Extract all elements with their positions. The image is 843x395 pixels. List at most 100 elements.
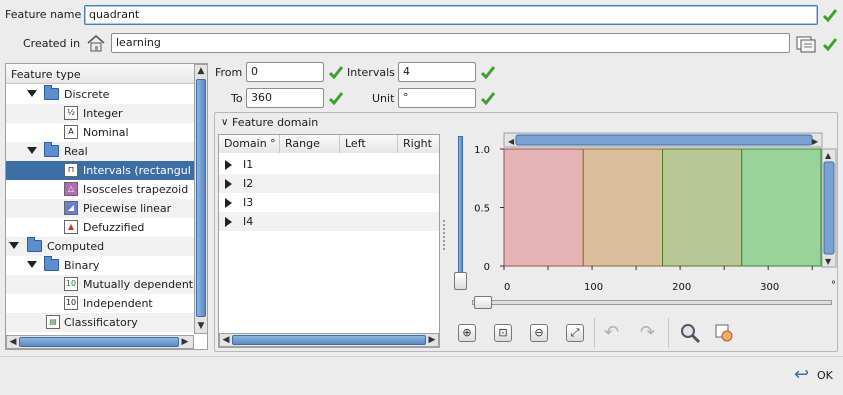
pan-icon[interactable] xyxy=(714,323,734,343)
domain-table[interactable]: Domain ° Range Left Right I1 I2 I3 I4 ◀ … xyxy=(218,134,440,348)
splitter-handle[interactable] xyxy=(443,220,446,250)
x-tick-label: 0 xyxy=(504,282,510,293)
expand-icon[interactable] xyxy=(27,261,37,268)
tree-item-classificatory[interactable]: ▤ Classificatory xyxy=(6,313,194,332)
fit-button[interactable]: ⤢ xyxy=(566,324,584,342)
tree-item-integer[interactable]: ½ Integer xyxy=(6,104,194,123)
folder-icon xyxy=(27,237,42,252)
tree-item-discrete[interactable]: Discrete xyxy=(6,85,194,104)
tree-hscrollbar[interactable]: ◀ ▶ xyxy=(6,335,194,349)
column-header-range[interactable]: Range xyxy=(280,135,340,153)
tree-item-computed[interactable]: Computed xyxy=(6,237,194,256)
tree-item-real[interactable]: Real xyxy=(6,142,194,161)
unit-input[interactable]: ° xyxy=(398,88,476,108)
interval-bar-i1[interactable] xyxy=(503,148,584,267)
scroll-left-icon[interactable]: ◀ xyxy=(508,137,515,146)
x-zoom-slider[interactable] xyxy=(472,296,834,310)
scroll-thumb[interactable] xyxy=(196,79,206,317)
scroll-thumb[interactable] xyxy=(515,134,813,146)
slider-thumb[interactable] xyxy=(474,296,492,309)
browse-icon[interactable] xyxy=(795,34,817,54)
tree-item-piecewise[interactable]: ◢ Piecewise linear xyxy=(6,199,194,218)
tree-vscrollbar[interactable]: ▲ ▼ xyxy=(194,64,207,334)
scroll-left-icon[interactable]: ◀ xyxy=(220,334,232,346)
folder-icon xyxy=(44,256,59,271)
tree-item-independent[interactable]: 10 Independent xyxy=(6,294,194,313)
domain-chart[interactable]: ◀ ▶ 0 0.5 1.0 0 100 200 300 ° ▲ ▼ xyxy=(468,132,840,316)
scroll-right-icon[interactable]: ▶ xyxy=(426,334,438,346)
column-header-right[interactable]: Right xyxy=(398,135,439,153)
expand-icon[interactable] xyxy=(225,217,232,227)
add-button[interactable]: ⊕ xyxy=(458,324,476,342)
trapezoid-icon: △ xyxy=(64,182,78,196)
scroll-thumb[interactable] xyxy=(823,161,835,255)
interval-bar-i3[interactable] xyxy=(662,148,743,267)
remove-button[interactable]: ⊖ xyxy=(530,324,548,342)
expand-icon[interactable] xyxy=(27,90,37,97)
y-tick-label: 0.5 xyxy=(474,204,490,215)
chart-plot-area xyxy=(503,148,822,267)
created-in-input[interactable]: learning xyxy=(111,33,790,53)
tree-item-defuzzified[interactable]: ▲ Defuzzified xyxy=(6,218,194,237)
table-row[interactable]: I1 xyxy=(219,155,439,174)
x-axis: 0 100 200 300 ° xyxy=(503,266,836,293)
scroll-down-icon[interactable]: ▼ xyxy=(195,320,207,332)
scroll-thumb[interactable] xyxy=(19,337,179,347)
y-tick-label: 0 xyxy=(484,262,490,273)
feature-type-tree[interactable]: Feature type Discrete ½ Integer A Nomina… xyxy=(5,63,208,350)
piecewise-icon: ◢ xyxy=(64,201,78,215)
tree-item-binary[interactable]: Binary xyxy=(6,256,194,275)
expand-icon[interactable] xyxy=(225,160,232,170)
x-tick-label: 200 xyxy=(672,282,691,293)
folder-icon xyxy=(44,142,59,157)
home-icon[interactable] xyxy=(86,33,106,53)
unit-label: Unit xyxy=(372,92,395,105)
to-input[interactable]: 360 xyxy=(246,88,324,108)
tree-item-intervals[interactable]: ⊓ Intervals (rectangul xyxy=(6,161,194,180)
undo-icon[interactable]: ↶ xyxy=(604,322,619,343)
tree-header: Feature type xyxy=(6,64,194,84)
expand-icon[interactable] xyxy=(27,147,37,154)
insert-button[interactable]: ⊡ xyxy=(494,324,512,342)
intervals-icon: ⊓ xyxy=(64,163,78,177)
feature-name-input[interactable]: quadrant xyxy=(84,5,818,25)
column-header-domain[interactable]: Domain ° xyxy=(219,135,280,153)
collapse-icon[interactable]: ∨ xyxy=(221,117,228,128)
checkmark-icon xyxy=(822,9,838,23)
interval-bar-i2[interactable] xyxy=(582,148,663,267)
table-hscrollbar[interactable]: ◀ ▶ xyxy=(219,333,439,347)
intervals-input[interactable]: 4 xyxy=(398,62,476,82)
feature-name-label: Feature name xyxy=(5,8,82,21)
column-header-left[interactable]: Left xyxy=(340,135,398,153)
defuzzified-icon: ▲ xyxy=(64,220,78,234)
tree-header-label: Feature type xyxy=(11,68,81,81)
scroll-down-icon[interactable]: ▼ xyxy=(825,257,832,266)
from-input[interactable]: 0 xyxy=(246,62,324,82)
scroll-up-icon[interactable]: ▲ xyxy=(195,65,207,77)
redo-icon[interactable]: ↷ xyxy=(640,322,655,343)
scroll-left-icon[interactable]: ◀ xyxy=(7,336,19,348)
scroll-up-icon[interactable]: ▲ xyxy=(825,151,832,160)
tree-item-mutually-dependent[interactable]: 10 Mutually dependent xyxy=(6,275,194,294)
ok-button[interactable]: ↩ OK xyxy=(792,364,836,386)
table-row[interactable]: I3 xyxy=(219,193,439,212)
slider-thumb[interactable] xyxy=(454,272,467,290)
y-zoom-slider[interactable] xyxy=(454,136,468,292)
footer-divider xyxy=(0,356,843,357)
ok-arrow-icon: ↩ xyxy=(794,364,810,385)
intervals-label: Intervals xyxy=(347,66,395,79)
table-row[interactable]: I2 xyxy=(219,174,439,193)
scroll-right-icon[interactable]: ▶ xyxy=(812,137,819,146)
scroll-right-icon[interactable]: ▶ xyxy=(179,336,191,348)
checkmark-icon xyxy=(822,38,838,52)
tree-item-nominal[interactable]: A Nominal xyxy=(6,123,194,142)
table-row[interactable]: I4 xyxy=(219,212,439,231)
expand-icon[interactable] xyxy=(9,242,19,249)
interval-bar-i4[interactable] xyxy=(741,148,822,267)
scroll-thumb[interactable] xyxy=(232,335,426,345)
zoom-icon[interactable] xyxy=(679,322,701,344)
tree-item-trapezoid[interactable]: △ Isosceles trapezoid xyxy=(6,180,194,199)
to-label: To xyxy=(231,92,243,105)
expand-icon[interactable] xyxy=(225,179,232,189)
expand-icon[interactable] xyxy=(225,198,232,208)
